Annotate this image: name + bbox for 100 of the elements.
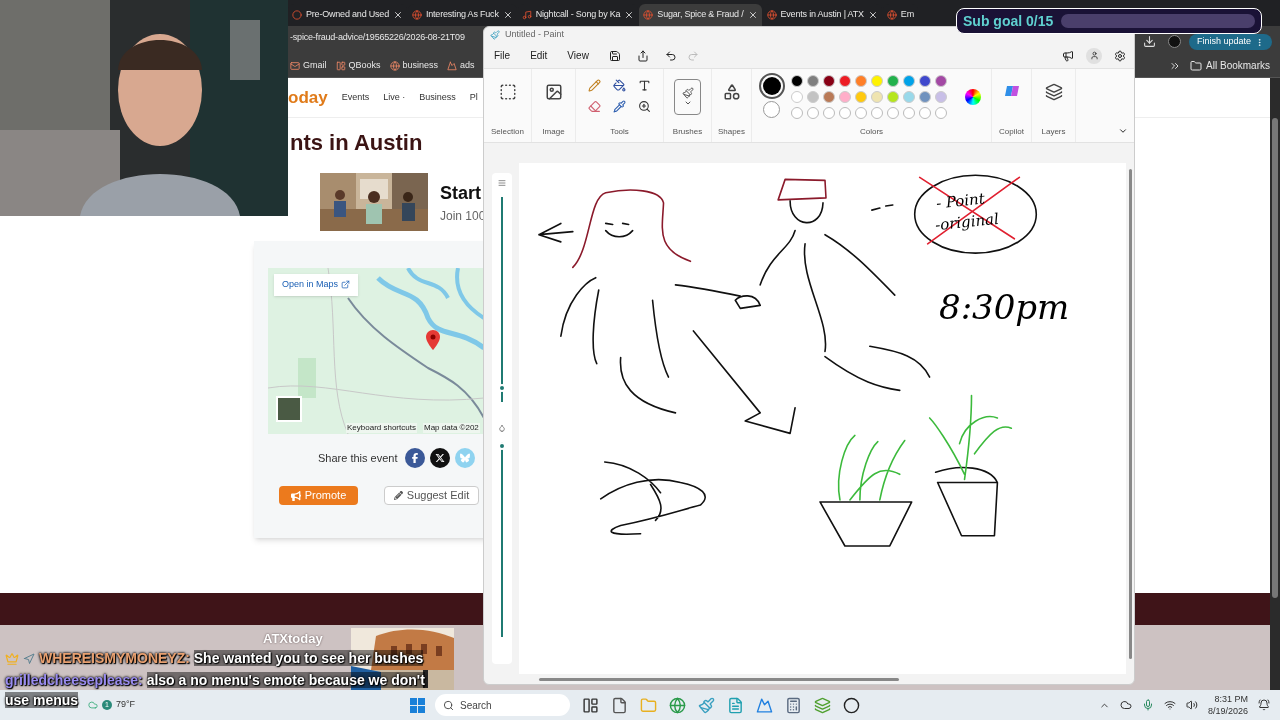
profile-avatar[interactable] bbox=[1167, 35, 1181, 48]
open-in-maps-button[interactable]: Open in Maps bbox=[274, 274, 359, 296]
color-swatch[interactable] bbox=[870, 91, 883, 103]
share-icon[interactable] bbox=[636, 49, 649, 62]
x-icon[interactable] bbox=[429, 448, 450, 468]
paint-icon[interactable] bbox=[698, 696, 715, 714]
color-swatch[interactable] bbox=[934, 75, 947, 87]
color-swatch[interactable] bbox=[934, 91, 947, 103]
drawing-canvas[interactable]: - Point -original 8:30pm bbox=[519, 163, 1126, 674]
keyboard-shortcuts-link[interactable]: Keyboard shortcuts bbox=[346, 423, 417, 433]
settings-icon[interactable] bbox=[1114, 49, 1126, 62]
empty-swatch[interactable] bbox=[838, 107, 851, 119]
menu-item[interactable]: Edit bbox=[530, 48, 548, 63]
microphone-icon[interactable] bbox=[1141, 699, 1154, 711]
notepad-icon[interactable] bbox=[727, 696, 744, 714]
bookmark-item[interactable]: business bbox=[389, 58, 439, 73]
file-icon[interactable] bbox=[611, 696, 628, 714]
fill-icon[interactable] bbox=[613, 79, 626, 92]
browser-tab[interactable]: Sugar, Spice & Fraud / bbox=[639, 4, 762, 26]
nav-link[interactable]: Live · bbox=[383, 90, 406, 105]
clock-date[interactable]: 8/19/2026 bbox=[1207, 705, 1248, 717]
bookmark-item[interactable]: ads bbox=[447, 58, 475, 73]
layers-icon[interactable] bbox=[1044, 83, 1063, 101]
empty-swatch[interactable] bbox=[854, 107, 867, 119]
search-field[interactable]: Search bbox=[435, 694, 570, 716]
start-icon[interactable] bbox=[410, 697, 425, 713]
empty-swatch[interactable] bbox=[886, 107, 899, 119]
eraser-icon[interactable] bbox=[588, 100, 601, 113]
menu-item[interactable]: View bbox=[567, 48, 589, 63]
selection-icon[interactable] bbox=[498, 83, 517, 101]
menu-item[interactable]: File bbox=[494, 48, 511, 63]
bookmark-item[interactable]: QBooks bbox=[335, 58, 381, 73]
expand-ribbon-icon[interactable] bbox=[1118, 126, 1128, 136]
temperature[interactable]: 79°F bbox=[116, 698, 136, 712]
color-swatch[interactable] bbox=[854, 75, 867, 87]
color-swatch[interactable] bbox=[790, 91, 803, 103]
color-swatch[interactable] bbox=[886, 91, 899, 103]
copilot-icon[interactable] bbox=[1003, 83, 1020, 99]
photos-icon[interactable] bbox=[756, 696, 773, 714]
megaphone-icon[interactable] bbox=[1062, 49, 1074, 62]
brush-button[interactable] bbox=[674, 79, 701, 115]
empty-swatch[interactable] bbox=[806, 107, 819, 119]
color-swatch[interactable] bbox=[902, 91, 915, 103]
empty-swatch[interactable] bbox=[902, 107, 915, 119]
pencil-icon[interactable] bbox=[588, 79, 601, 92]
close-icon[interactable] bbox=[502, 10, 513, 20]
recorder-icon[interactable] bbox=[843, 696, 860, 714]
close-icon[interactable] bbox=[624, 10, 635, 20]
browser-icon[interactable] bbox=[669, 696, 686, 714]
color-swatch[interactable] bbox=[822, 91, 835, 103]
nav-link[interactable]: Events bbox=[341, 90, 370, 105]
color-swatch[interactable] bbox=[870, 75, 883, 87]
layers-app-icon[interactable] bbox=[814, 696, 831, 714]
empty-swatch[interactable] bbox=[934, 107, 947, 119]
shapes-icon[interactable] bbox=[722, 83, 741, 101]
calculator-icon[interactable] bbox=[785, 696, 802, 714]
download-icon[interactable] bbox=[1142, 35, 1156, 48]
undo-icon[interactable] bbox=[664, 49, 677, 62]
facebook-icon[interactable] bbox=[404, 448, 425, 468]
color-swatch[interactable] bbox=[902, 75, 915, 87]
empty-swatch[interactable] bbox=[870, 107, 883, 119]
secondary-color[interactable] bbox=[763, 100, 780, 118]
magnifier-icon[interactable] bbox=[638, 100, 651, 113]
address-field[interactable]: -spice-fraud-advice/19565226/2026-08-21T09 bbox=[290, 31, 465, 45]
image-icon[interactable] bbox=[544, 83, 563, 101]
close-icon[interactable] bbox=[747, 10, 758, 20]
nav-link[interactable]: Business bbox=[419, 90, 456, 105]
color-swatch[interactable] bbox=[918, 75, 931, 87]
empty-swatch[interactable] bbox=[918, 107, 931, 119]
volume-icon[interactable] bbox=[1185, 699, 1198, 711]
account-button[interactable] bbox=[1086, 47, 1102, 64]
suggest-edit-button[interactable]: Suggest Edit bbox=[384, 486, 479, 505]
cloud-icon[interactable] bbox=[1119, 699, 1132, 711]
color-swatch[interactable] bbox=[886, 75, 899, 87]
close-icon[interactable] bbox=[392, 10, 403, 20]
satellite-toggle[interactable] bbox=[276, 396, 302, 422]
color-swatch[interactable] bbox=[806, 75, 819, 87]
nav-link[interactable]: Pl bbox=[469, 90, 478, 105]
slider-track[interactable] bbox=[500, 442, 503, 637]
color-swatch[interactable] bbox=[854, 91, 867, 103]
save-icon[interactable] bbox=[608, 49, 621, 62]
bookmark-item[interactable]: Gmail bbox=[290, 58, 327, 73]
scrollbar[interactable] bbox=[1270, 78, 1280, 690]
empty-swatch[interactable] bbox=[790, 107, 803, 119]
color-wheel-icon[interactable] bbox=[964, 89, 981, 105]
clock-time[interactable]: 8:31 PM bbox=[1214, 693, 1248, 705]
finish-update-button[interactable]: Finish update bbox=[1188, 34, 1272, 50]
primary-color[interactable] bbox=[762, 76, 781, 95]
color-swatch[interactable] bbox=[806, 91, 819, 103]
wifi-icon[interactable] bbox=[1163, 699, 1176, 711]
color-picker-icon[interactable] bbox=[613, 100, 626, 113]
empty-swatch[interactable] bbox=[822, 107, 835, 119]
color-swatch[interactable] bbox=[918, 91, 931, 103]
all-bookmarks-button[interactable]: All Bookmarks bbox=[1190, 58, 1270, 73]
slider-track[interactable] bbox=[500, 197, 503, 402]
task-view-icon[interactable] bbox=[582, 696, 599, 714]
color-swatch[interactable] bbox=[838, 91, 851, 103]
color-swatch[interactable] bbox=[790, 75, 803, 87]
color-swatch[interactable] bbox=[838, 75, 851, 87]
notification-icon[interactable] bbox=[1258, 699, 1270, 711]
